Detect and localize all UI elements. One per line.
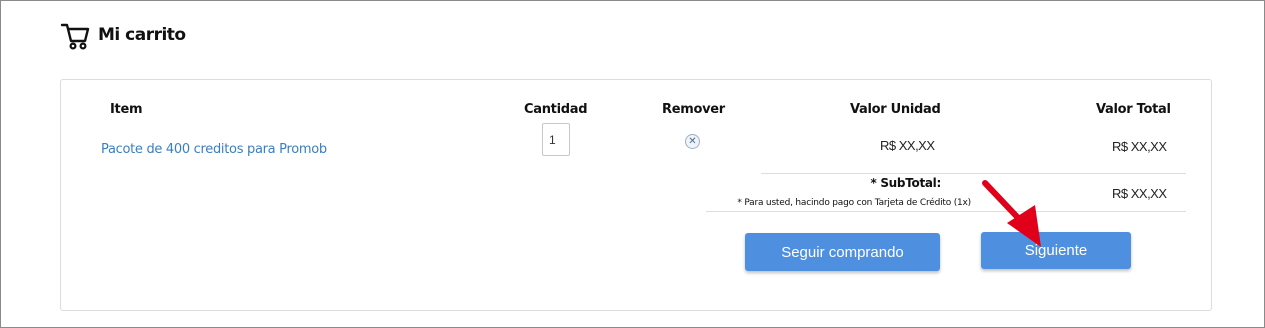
subtotal-value: R$ XX,XX: [1112, 186, 1167, 201]
divider: [706, 211, 1186, 212]
shopping-cart-icon: [60, 23, 90, 50]
page-title: Mi carrito: [98, 25, 186, 45]
quantity-input[interactable]: [542, 123, 570, 156]
continue-shopping-button[interactable]: Seguir comprando: [745, 233, 940, 271]
item-name-link[interactable]: Pacote de 400 creditos para Promob: [101, 142, 327, 157]
page-frame: Mi carrito Item Cantidad Remover Valor U…: [0, 0, 1265, 328]
close-circle-icon[interactable]: ✕: [685, 134, 700, 149]
column-header-remover: Remover: [662, 102, 725, 117]
subtotal-label: * SubTotal:: [870, 176, 941, 190]
column-header-cantidad: Cantidad: [524, 102, 588, 117]
cart-header: Mi carrito: [60, 19, 186, 51]
total-price: R$ XX,XX: [1112, 139, 1167, 154]
annotation-arrow-icon: [982, 180, 1041, 247]
column-header-valor-unidad: Valor Unidad: [850, 102, 941, 117]
divider: [761, 173, 1186, 174]
column-header-valor-total: Valor Total: [1096, 102, 1171, 117]
column-header-item: Item: [110, 102, 143, 117]
subtotal-note: * Para usted, hacindo pago con Tarjeta d…: [737, 198, 971, 208]
unit-price: R$ XX,XX: [880, 138, 935, 153]
